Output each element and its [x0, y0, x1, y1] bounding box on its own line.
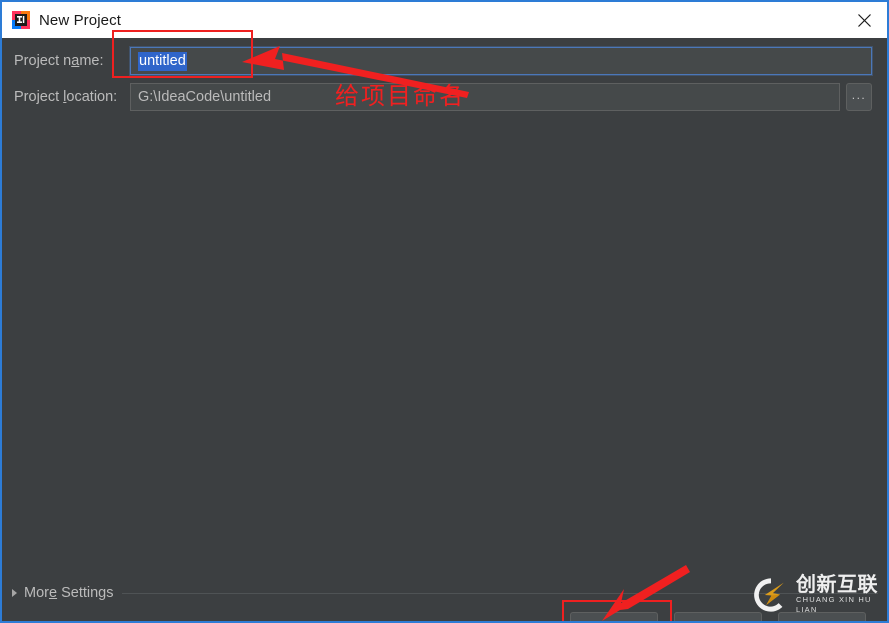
- more-settings-label: More Settings: [24, 585, 114, 601]
- project-location-value: G:\IdeaCode\untitled: [138, 89, 272, 105]
- project-name-label: Project name:: [14, 53, 104, 69]
- mnemonic-underline: e: [48, 585, 58, 601]
- close-icon[interactable]: [841, 2, 887, 38]
- dialog-content: Project name: untitled Project location:…: [2, 38, 887, 621]
- footer-button-3[interactable]: [778, 612, 866, 621]
- triangle-right-icon[interactable]: [12, 589, 17, 597]
- project-location-input[interactable]: G:\IdeaCode\untitled: [130, 83, 840, 111]
- project-name-input[interactable]: untitled: [130, 47, 872, 75]
- title-bar: New Project: [2, 0, 887, 38]
- new-project-dialog: New Project Project name: untitled Proje…: [0, 0, 889, 623]
- browse-button[interactable]: ...: [846, 83, 872, 111]
- more-settings-section[interactable]: More Settings: [12, 585, 878, 601]
- footer-button-1[interactable]: [570, 612, 658, 621]
- footer-button-2[interactable]: [674, 612, 762, 621]
- intellij-idea-icon: [12, 11, 30, 29]
- dialog-button-bar: [2, 609, 887, 621]
- project-name-row: Project name: untitled: [2, 46, 887, 76]
- window-title: New Project: [39, 11, 121, 29]
- project-location-row: Project location: G:\IdeaCode\untitled .…: [2, 82, 887, 112]
- project-location-label: Project location:: [14, 89, 118, 105]
- section-divider: [122, 592, 878, 594]
- project-name-value: untitled: [138, 51, 187, 71]
